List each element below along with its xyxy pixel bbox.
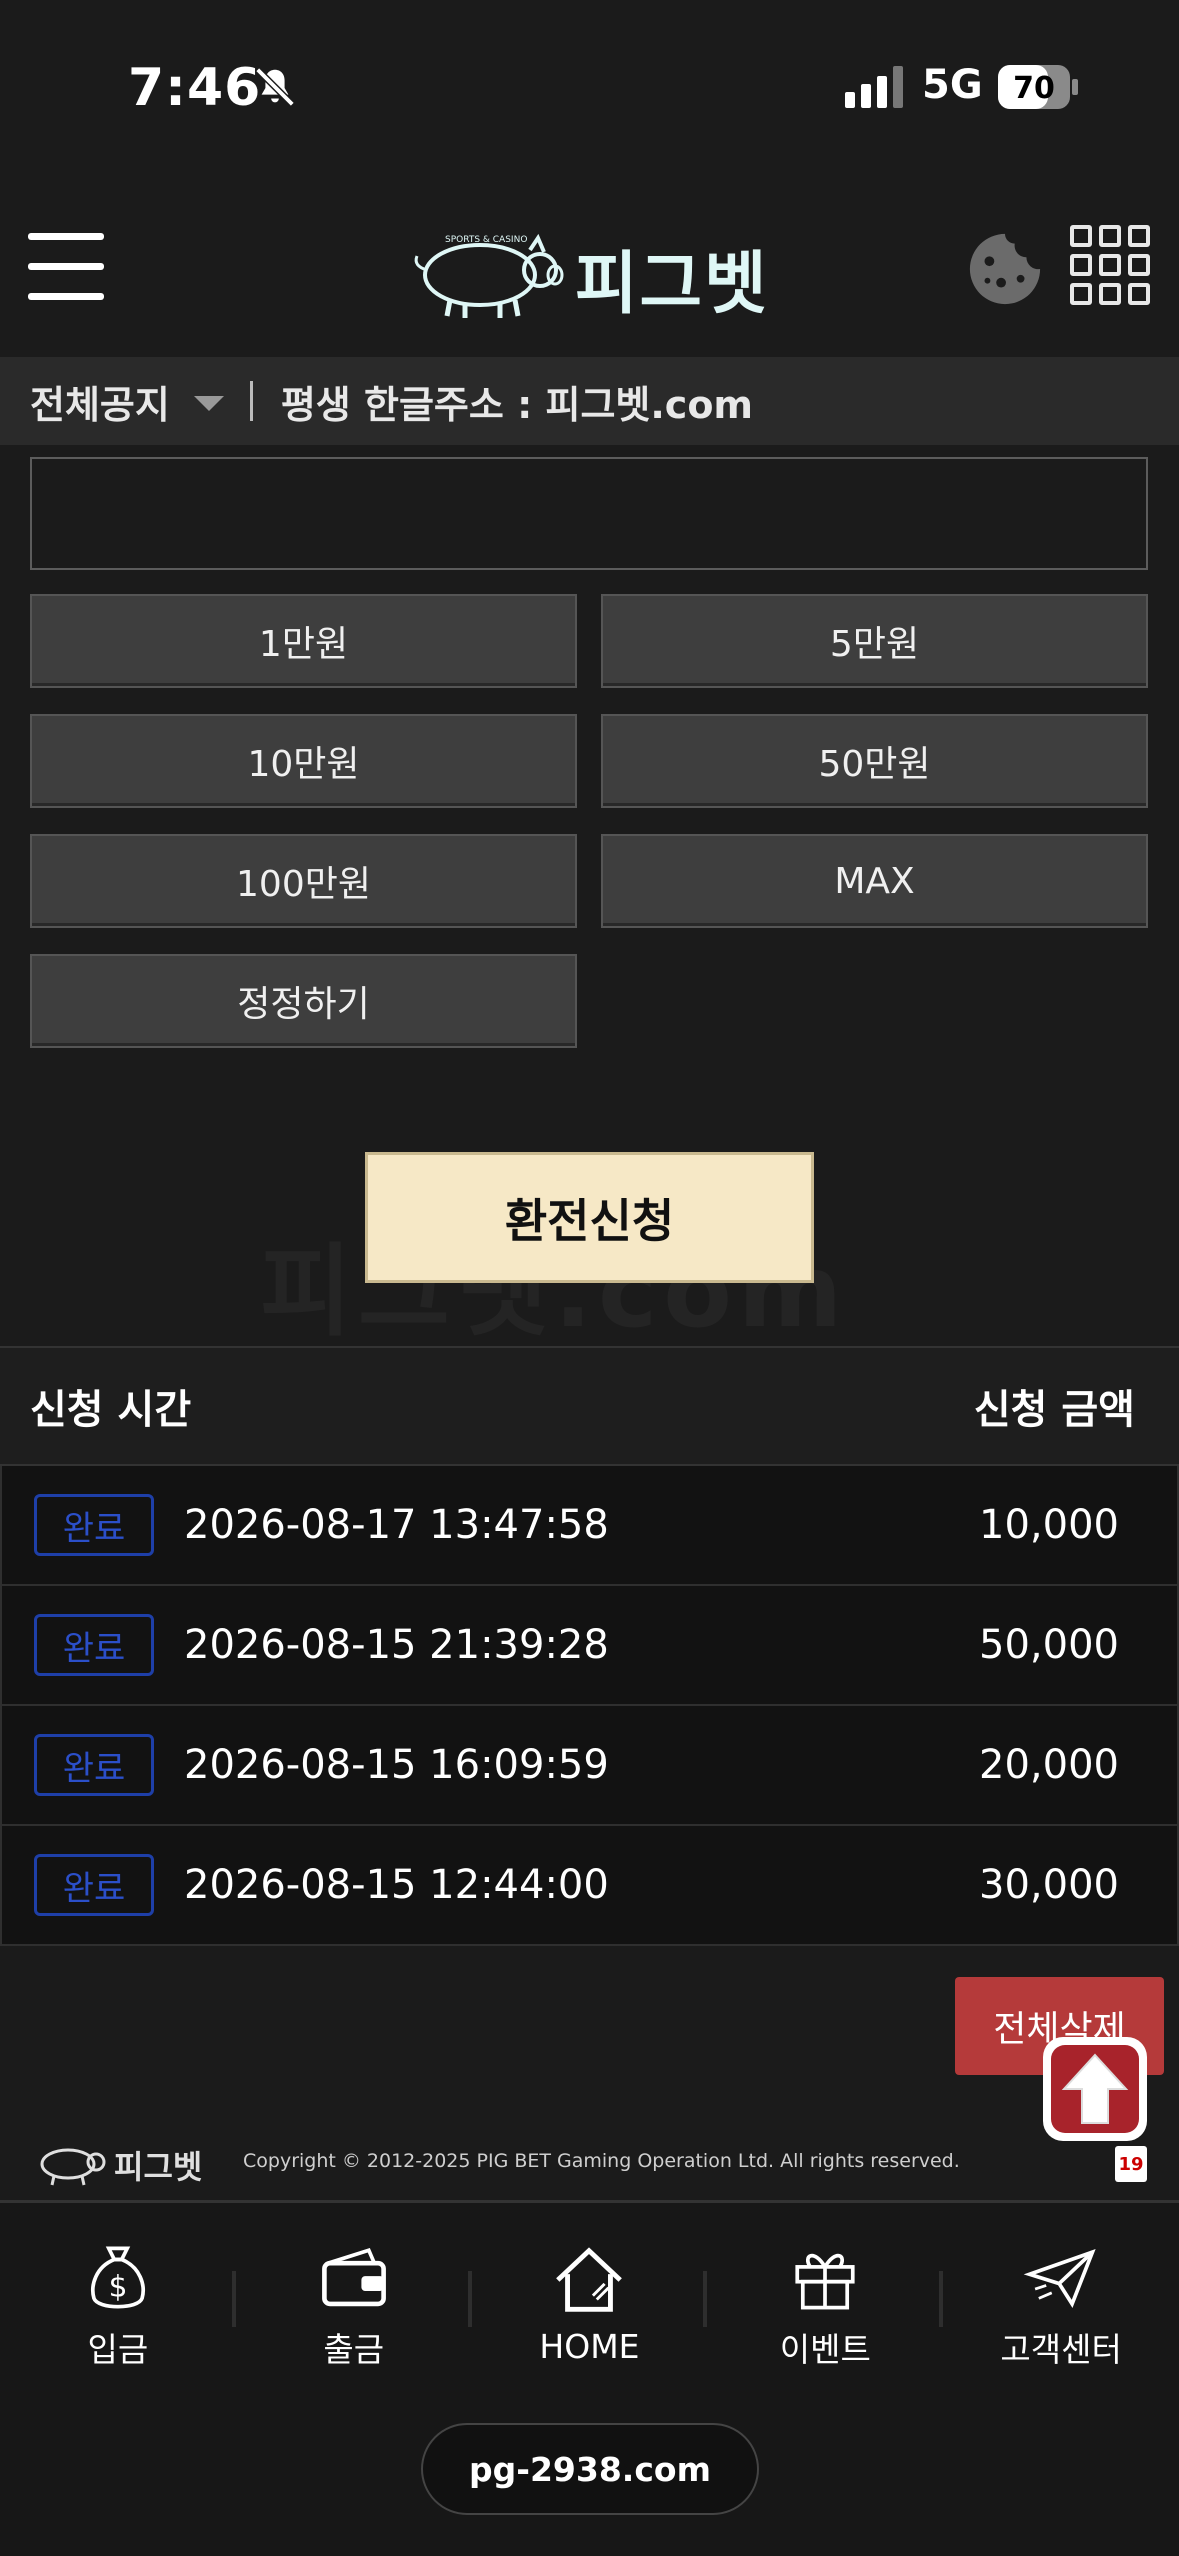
footer-logo: 피그벳 bbox=[30, 2138, 210, 2188]
money-bag-icon: $ bbox=[91, 2246, 145, 2309]
gift-icon bbox=[795, 2253, 855, 2310]
network-type: 5G bbox=[922, 62, 983, 108]
nav-label: 출금 bbox=[323, 2330, 385, 2369]
arrow-up-icon bbox=[1061, 2053, 1129, 2124]
row-amount: 30,000 bbox=[979, 1862, 1119, 1908]
svg-text:$: $ bbox=[108, 2270, 127, 2304]
scroll-to-top-button[interactable] bbox=[1043, 2037, 1147, 2141]
brand-sub: SPORTS & CASINO bbox=[445, 235, 527, 245]
nav-label: 고객센터 bbox=[1000, 2330, 1122, 2369]
notice-bar[interactable]: 전체공지 평생 한글주소 : 피그벳.com bbox=[0, 357, 1179, 445]
app-header: SPORTS & CASINO 피그벳 bbox=[0, 175, 1179, 355]
nav-home[interactable]: HOME bbox=[472, 2241, 708, 2371]
table-row: 완료 2026-08-17 13:47:58 10,000 bbox=[0, 1466, 1179, 1586]
nav-label: HOME bbox=[539, 2327, 640, 2366]
footer: 피그벳 Copyright © 2012-2025 PIG BET Gaming… bbox=[0, 2130, 1179, 2190]
row-time: 2026-08-17 13:47:58 bbox=[184, 1502, 609, 1548]
brand-name: 피그벳 bbox=[575, 245, 769, 324]
menu-icon[interactable] bbox=[28, 233, 106, 303]
status-badge: 완료 bbox=[34, 1734, 154, 1796]
nav-label: 이벤트 bbox=[779, 2330, 871, 2369]
pig-logo-icon: SPORTS & CASINO bbox=[414, 233, 564, 318]
reset-amount-button[interactable]: 정정하기 bbox=[30, 954, 577, 1048]
row-time: 2026-08-15 21:39:28 bbox=[184, 1622, 609, 1668]
table-row: 완료 2026-08-15 21:39:28 50,000 bbox=[0, 1586, 1179, 1706]
brand-logo[interactable]: SPORTS & CASINO 피그벳 bbox=[405, 220, 785, 324]
status-bar: 7:46 5G 70 bbox=[0, 0, 1179, 175]
status-badge: 완료 bbox=[34, 1854, 154, 1916]
copyright-text: Copyright © 2012-2025 PIG BET Gaming Ope… bbox=[243, 2150, 960, 2172]
nav-event[interactable]: 이벤트 bbox=[707, 2241, 944, 2371]
notice-text: 평생 한글주소 : 피그벳.com bbox=[280, 382, 754, 427]
row-amount: 10,000 bbox=[979, 1502, 1119, 1548]
bottom-nav: $ 입금 출금 HOME 이벤트 고객센터 pg-2938.com bbox=[0, 2200, 1179, 2556]
quick-amount-100k-button[interactable]: 10만원 bbox=[30, 714, 577, 808]
site-url-pill[interactable]: pg-2938.com bbox=[421, 2423, 759, 2515]
footer-brand: 피그벳 bbox=[114, 2148, 203, 2186]
notice-label[interactable]: 전체공지 bbox=[30, 374, 170, 429]
nav-withdraw[interactable]: 출금 bbox=[236, 2241, 472, 2371]
table-header: 신청 시간 신청 금액 bbox=[0, 1346, 1179, 1466]
nav-label: 입금 bbox=[87, 2330, 149, 2369]
home-icon bbox=[556, 2247, 623, 2312]
status-badge: 완료 bbox=[34, 1614, 154, 1676]
notice-divider bbox=[249, 381, 253, 421]
cellular-signal-icon bbox=[845, 66, 903, 108]
quick-amount-500k-button[interactable]: 50만원 bbox=[601, 714, 1148, 808]
row-time: 2026-08-15 16:09:59 bbox=[184, 1742, 609, 1788]
battery-level: 70 bbox=[1013, 71, 1055, 106]
cookie-icon[interactable] bbox=[966, 230, 1044, 308]
column-request-amount: 신청 금액 bbox=[973, 1387, 1135, 1433]
quick-amount-10k-button[interactable]: 1만원 bbox=[30, 594, 577, 688]
status-badge: 완료 bbox=[34, 1494, 154, 1556]
withdraw-history-table: 신청 시간 신청 금액 완료 2026-08-17 13:47:58 10,00… bbox=[0, 1346, 1179, 1946]
quick-amount-50k-button[interactable]: 5만원 bbox=[601, 594, 1148, 688]
bell-off-icon bbox=[255, 67, 295, 107]
battery-icon: 70 bbox=[998, 65, 1078, 109]
age-restriction-badge: 19 bbox=[1115, 2146, 1147, 2182]
apps-grid-icon[interactable] bbox=[1070, 225, 1150, 305]
table-row: 완료 2026-08-15 16:09:59 20,000 bbox=[0, 1706, 1179, 1826]
amount-input[interactable] bbox=[30, 457, 1148, 570]
column-request-time: 신청 시간 bbox=[30, 1387, 192, 1433]
nav-deposit[interactable]: $ 입금 bbox=[0, 2241, 236, 2371]
row-time: 2026-08-15 12:44:00 bbox=[184, 1862, 609, 1908]
quick-amount-1m-button[interactable]: 100만원 bbox=[30, 834, 577, 928]
quick-amount-max-button[interactable]: MAX bbox=[601, 834, 1148, 928]
table-row: 완료 2026-08-15 12:44:00 30,000 bbox=[0, 1826, 1179, 1946]
pig-logo-icon bbox=[40, 2148, 106, 2186]
status-time: 7:46 bbox=[128, 58, 262, 118]
wallet-icon bbox=[321, 2247, 386, 2307]
row-amount: 20,000 bbox=[979, 1742, 1119, 1788]
withdraw-request-button[interactable]: 환전신청 bbox=[365, 1152, 814, 1283]
row-amount: 50,000 bbox=[979, 1622, 1119, 1668]
caret-down-icon[interactable] bbox=[193, 395, 224, 411]
nav-support[interactable]: 고객센터 bbox=[943, 2241, 1179, 2371]
paper-plane-icon bbox=[1023, 2249, 1096, 2308]
